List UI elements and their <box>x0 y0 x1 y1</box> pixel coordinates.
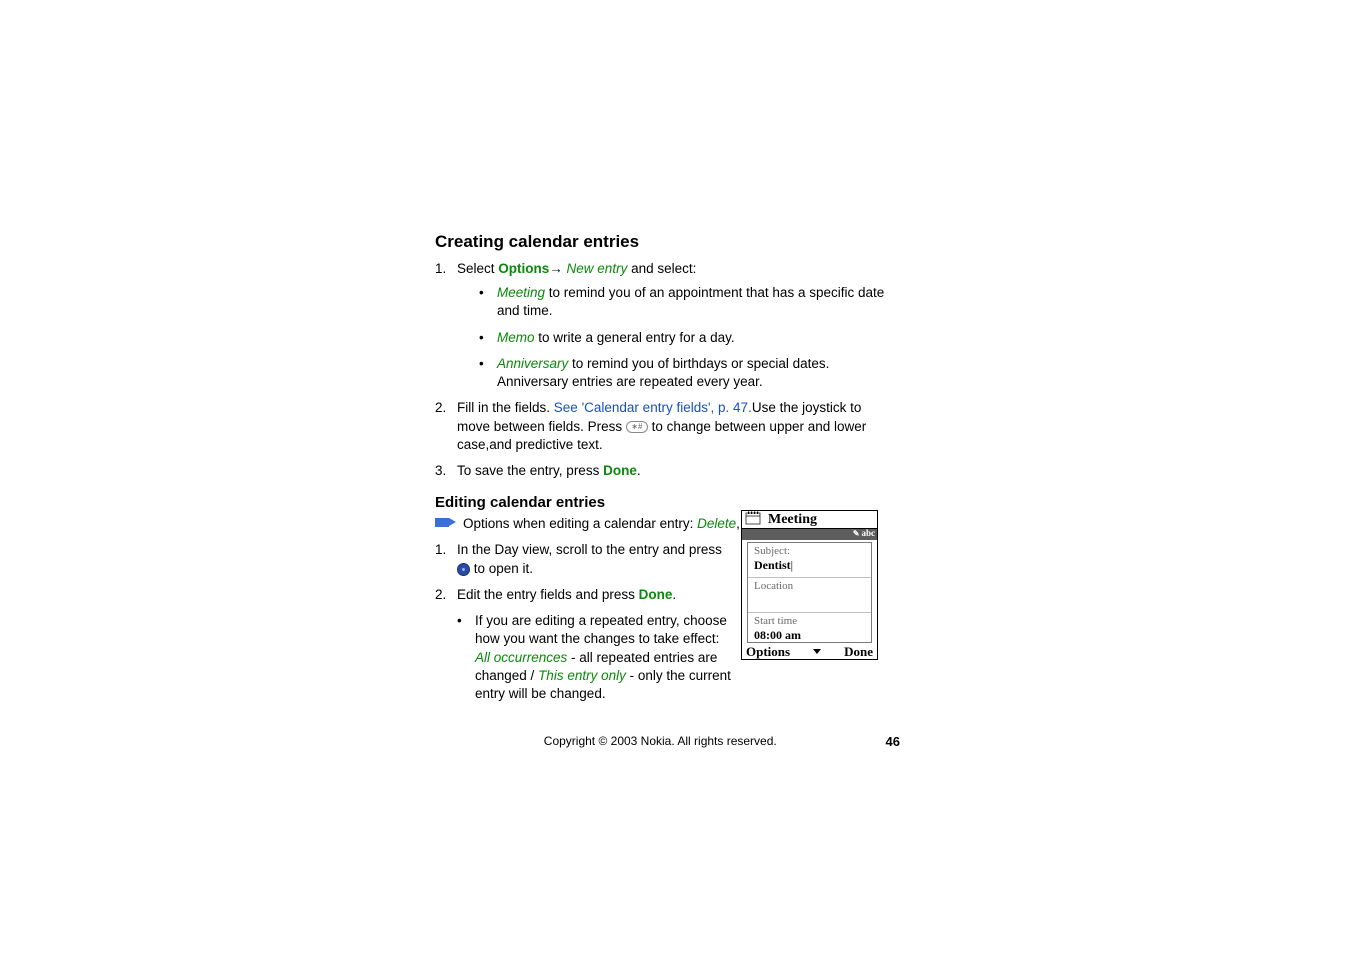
step-number: 1. <box>435 541 446 559</box>
list-item: Anniversary to remind you of birthdays o… <box>479 355 895 391</box>
list-item: Meeting to remind you of an appointment … <box>479 284 895 320</box>
text: Fill in the fields. <box>457 400 554 415</box>
list-item: Memo to write a general entry for a day. <box>479 329 895 347</box>
text: to remind you of an appointment that has… <box>497 285 884 318</box>
softkey-done[interactable]: Done <box>844 644 873 660</box>
text: Edit the entry fields and press <box>457 587 639 602</box>
edit-step-2: 2. Edit the entry fields and press Done. <box>435 586 735 604</box>
field-label: Location <box>754 580 865 592</box>
anniversary-label: Anniversary <box>497 356 568 371</box>
text: and select: <box>627 261 696 276</box>
field-label: Subject: <box>754 545 865 557</box>
text: Select <box>457 261 498 276</box>
joystick-icon <box>457 563 470 576</box>
hash-key-icon: ∗# <box>626 421 648 433</box>
list-item: If you are editing a repeated entry, cho… <box>457 612 735 703</box>
page-footer: Copyright © 2003 Nokia. All rights reser… <box>435 734 900 749</box>
step-number: 2. <box>435 399 446 417</box>
heading-edit: Editing calendar entries <box>435 494 895 511</box>
text: Options when editing a calendar entry: <box>463 516 697 531</box>
text: To save the entry, press <box>457 463 603 478</box>
scroll-down-icon[interactable] <box>813 649 821 654</box>
step-number: 2. <box>435 586 446 604</box>
done-label: Done <box>603 463 637 478</box>
arrow-icon: → <box>549 261 566 276</box>
new-entry-label: New entry <box>567 261 628 276</box>
subject-field[interactable]: Subject: Dentist <box>748 543 871 577</box>
start-time-field[interactable]: Start time 08:00 am <box>748 613 871 647</box>
heading-create: Creating calendar entries <box>435 232 895 252</box>
field-value: 08:00 am <box>754 628 865 643</box>
entry-type-list: Meeting to remind you of an appointment … <box>457 284 895 391</box>
field-value <box>754 593 865 608</box>
text: If you are editing a repeated entry, cho… <box>475 613 727 646</box>
all-occurrences-label: All occurrences <box>475 650 567 665</box>
this-entry-only-label: This entry only <box>538 668 626 683</box>
memo-label: Memo <box>497 330 535 345</box>
delete-label: Delete <box>697 516 736 531</box>
done-label: Done <box>639 587 673 602</box>
see-fields-link[interactable]: See 'Calendar entry fields', p. 47. <box>554 400 752 415</box>
field-label: Start time <box>754 615 865 627</box>
text: to open it. <box>470 561 533 576</box>
calendar-icon <box>744 511 764 529</box>
text: . <box>672 587 676 602</box>
field-value: Dentist <box>754 558 865 573</box>
note-arrow-icon <box>435 517 457 528</box>
page-number: 46 <box>886 734 900 749</box>
phone-screenshot: Meeting abc Subject: Dentist Location St… <box>741 510 878 660</box>
meeting-label: Meeting <box>497 285 545 300</box>
text: . <box>637 463 641 478</box>
phone-softkeys: Options Done <box>742 644 877 659</box>
softkey-options[interactable]: Options <box>746 644 790 660</box>
create-step-3: 3. To save the entry, press Done. <box>435 462 895 480</box>
input-mode-indicator: abc <box>853 528 875 538</box>
options-label: Options <box>498 261 549 276</box>
create-step-2: 2. Fill in the fields. See 'Calendar ent… <box>435 399 895 454</box>
location-field[interactable]: Location <box>748 578 871 612</box>
text: to write a general entry for a day. <box>535 330 735 345</box>
phone-form: Subject: Dentist Location Start time 08:… <box>747 542 872 643</box>
step-number: 3. <box>435 462 446 480</box>
edit-notes-list: If you are editing a repeated entry, cho… <box>435 612 735 703</box>
copyright-text: Copyright © 2003 Nokia. All rights reser… <box>544 734 777 749</box>
edit-step-1: 1. In the Day view, scroll to the entry … <box>435 541 735 577</box>
phone-titlebar: Meeting <box>742 511 877 529</box>
text: In the Day view, scroll to the entry and… <box>457 542 722 557</box>
step-number: 1. <box>435 260 446 278</box>
create-step-1: 1. Select Options→ New entry and select:… <box>435 260 895 391</box>
phone-title: Meeting <box>768 512 817 528</box>
phone-statusbar: abc <box>742 529 877 540</box>
